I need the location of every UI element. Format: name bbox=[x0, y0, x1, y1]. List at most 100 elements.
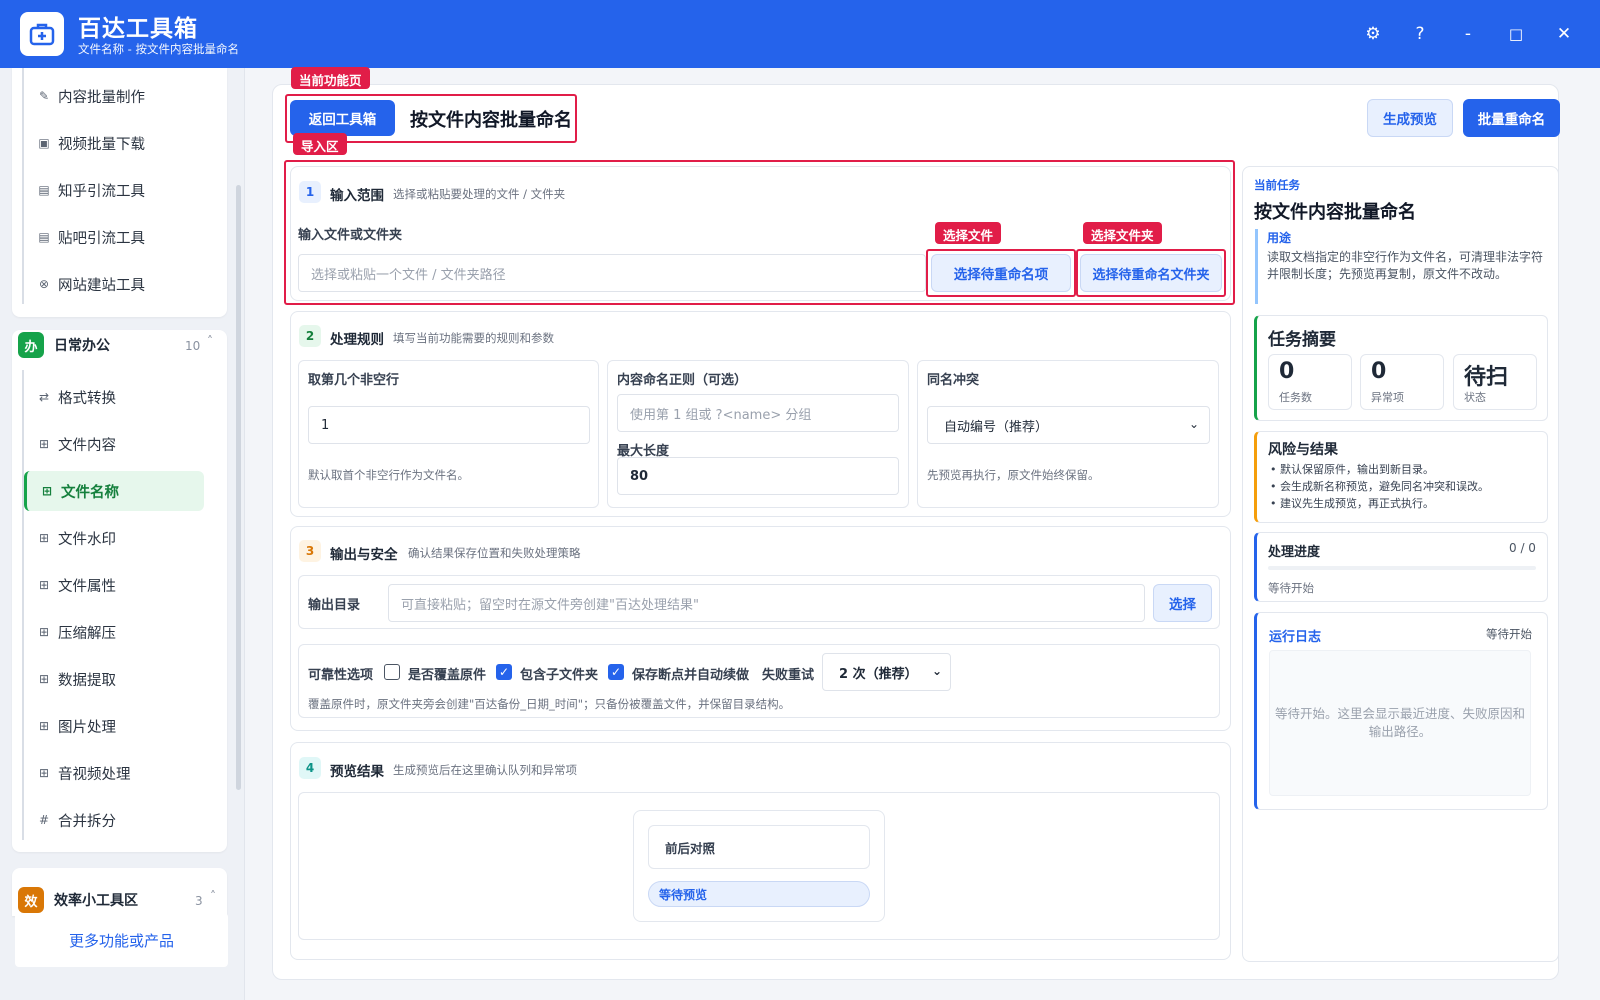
grid-icon: ⊞ bbox=[38, 766, 50, 780]
conflict-select[interactable]: 自动编号（推荐） ⌄ bbox=[927, 406, 1210, 444]
choose-output-button[interactable]: 选择 bbox=[1153, 584, 1212, 622]
annotation-current-page: 当前功能页 bbox=[291, 67, 370, 89]
resume-checkbox[interactable]: ✓ bbox=[608, 664, 624, 680]
sidebar-item-zhihu[interactable]: ▤ 知乎引流工具 bbox=[24, 170, 204, 210]
hash-icon: # bbox=[38, 813, 50, 827]
sidebar-item-image-process[interactable]: ⊞ 图片处理 bbox=[24, 706, 204, 746]
sidebar-item-content-batch[interactable]: ✎ 内容批量制作 bbox=[24, 76, 204, 116]
page-title: 按文件内容批量命名 bbox=[410, 110, 572, 131]
progress-title: 处理进度 bbox=[1268, 545, 1321, 560]
subfolder-checkbox[interactable]: ✓ bbox=[496, 664, 512, 680]
before-after-box: 前后对照 bbox=[648, 825, 870, 869]
tieba-icon: ▤ bbox=[38, 230, 50, 244]
annotation-select-folder: 选择文件夹 bbox=[1083, 222, 1162, 244]
output-dir-input[interactable]: 可直接粘贴；留空时在源文件旁创建"百达处理结果" bbox=[388, 584, 1145, 622]
section-description: 确认结果保存位置和失败处理策略 bbox=[408, 546, 581, 560]
risk-item: • 默认保留原件，输出到新目录。 bbox=[1270, 463, 1434, 476]
toolbox-logo-icon bbox=[20, 12, 64, 56]
task-title: 按文件内容批量命名 bbox=[1254, 202, 1416, 223]
risk-item: • 会生成新名称预览，避免同名冲突和误改。 bbox=[1270, 480, 1489, 493]
overwrite-label: 是否覆盖原件 bbox=[408, 668, 487, 683]
annotation-select-file: 选择文件 bbox=[935, 222, 1002, 244]
video-icon: ▣ bbox=[38, 136, 50, 150]
minimize-icon[interactable]: - bbox=[1454, 20, 1482, 48]
resume-label: 保存断点并自动续做 bbox=[632, 668, 750, 683]
sidebar-item-audio-video[interactable]: ⊞ 音视频处理 bbox=[24, 753, 204, 793]
swap-icon: ⇄ bbox=[38, 390, 50, 404]
path-input[interactable]: 选择或粘贴一个文件 / 文件夹路径 bbox=[298, 254, 926, 292]
sidebar-item-tieba[interactable]: ▤ 贴吧引流工具 bbox=[24, 217, 204, 257]
retry-label: 失败重试 bbox=[762, 668, 815, 683]
sidebar-item-file-content[interactable]: ⊞ 文件内容 bbox=[24, 424, 204, 464]
progress-bar-track bbox=[1268, 566, 1536, 570]
grid-icon: ⊞ bbox=[38, 672, 50, 686]
office-count: 10 bbox=[185, 339, 201, 353]
app-subtitle: 文件名称 - 按文件内容批量命名 bbox=[78, 42, 239, 56]
step-number: 2 bbox=[299, 325, 321, 347]
status-pill: 等待预览 bbox=[648, 881, 870, 907]
grid-icon: ⊞ bbox=[38, 625, 50, 639]
section-title: 处理规则 bbox=[330, 332, 384, 348]
back-to-toolbox-button[interactable]: 返回工具箱 bbox=[290, 100, 395, 136]
chevron-down-icon: ⌄ bbox=[931, 664, 942, 678]
help-icon[interactable]: ? bbox=[1406, 20, 1434, 48]
stat-anomaly-count: 0 异常项 bbox=[1360, 354, 1444, 410]
purpose-text: 读取文档指定的非空行作为文件名，可清理非法字符并限制长度；先预览再复制，原文件不… bbox=[1267, 250, 1544, 281]
sidebar-item-watermark[interactable]: ⊞ 文件水印 bbox=[24, 518, 204, 558]
more-features-link[interactable]: 更多功能或产品 bbox=[15, 913, 228, 967]
retry-select[interactable]: 2 次（推荐） ⌄ bbox=[822, 653, 951, 691]
section-title: 输出与安全 bbox=[330, 547, 398, 563]
subfolder-label: 包含子文件夹 bbox=[520, 668, 599, 683]
input-field-label: 输入文件或文件夹 bbox=[298, 228, 403, 243]
sidebar-item-data-extract[interactable]: ⊞ 数据提取 bbox=[24, 659, 204, 699]
section-description: 填写当前功能需要的规则和参数 bbox=[393, 331, 554, 345]
maximize-icon[interactable]: □ bbox=[1502, 20, 1530, 48]
section-description: 选择或粘贴要处理的文件 / 文件夹 bbox=[393, 187, 566, 201]
settings-gear-icon[interactable]: ⚙ bbox=[1359, 20, 1387, 48]
sidebar: ✎ 内容批量制作 ▣ 视频批量下载 ▤ 知乎引流工具 ▤ 贴吧引流工具 ⊗ 网站建站工具 … bbox=[0, 68, 245, 1000]
sidebar-item-file-name[interactable]: ⊞ 文件名称 bbox=[24, 471, 204, 511]
section-description: 生成预览后在这里确认队列和异常项 bbox=[393, 763, 577, 777]
conflict-label: 同名冲突 bbox=[927, 373, 980, 388]
grid-icon: ⊞ bbox=[38, 578, 50, 592]
sidebar-item-compress[interactable]: ⊞ 压缩解压 bbox=[24, 612, 204, 652]
office-badge: 办 bbox=[18, 332, 44, 358]
stat-task-count: 0 任务数 bbox=[1268, 354, 1352, 410]
purpose-accent-bar bbox=[1255, 229, 1258, 304]
collapse-caret-icon[interactable]: ˄ bbox=[207, 334, 213, 348]
step-number: 4 bbox=[299, 757, 321, 779]
risk-list: • 默认保留原件，输出到新目录。 • 会生成新名称预览，避免同名冲突和误改。 •… bbox=[1270, 461, 1489, 512]
chevron-down-icon: ⌄ bbox=[1188, 417, 1199, 431]
stat-status: 待扫 状态 bbox=[1453, 354, 1537, 410]
overwrite-checkbox[interactable] bbox=[384, 664, 400, 680]
close-icon[interactable]: ✕ bbox=[1550, 20, 1578, 48]
progress-status: 等待开始 bbox=[1268, 581, 1314, 595]
globe-icon: ⊗ bbox=[38, 277, 50, 291]
sidebar-item-format-convert[interactable]: ⇄ 格式转换 bbox=[24, 377, 204, 417]
sidebar-item-file-attributes[interactable]: ⊞ 文件属性 bbox=[24, 565, 204, 605]
grid-icon: ⊞ bbox=[38, 437, 50, 451]
current-task-label: 当前任务 bbox=[1254, 178, 1300, 192]
grid-icon: ⊞ bbox=[38, 531, 50, 545]
backup-hint: 覆盖原件时，原文件夹旁会创建"百达备份_日期_时间"；只备份被覆盖文件，并保留目… bbox=[308, 697, 791, 711]
regex-label: 内容命名正则（可选） bbox=[617, 373, 748, 388]
log-title: 运行日志 bbox=[1269, 630, 1322, 645]
select-folder-button[interactable]: 选择待重命名文件夹 bbox=[1080, 254, 1222, 292]
collapse-caret-icon[interactable]: ˄ bbox=[210, 889, 216, 903]
summary-title: 任务摘要 bbox=[1268, 330, 1336, 350]
batch-rename-button[interactable]: 批量重命名 bbox=[1463, 99, 1560, 137]
select-items-button[interactable]: 选择待重命名项 bbox=[931, 254, 1071, 292]
risk-item: • 建议先生成预览，再正式执行。 bbox=[1270, 497, 1434, 510]
generate-preview-button[interactable]: 生成预览 bbox=[1367, 99, 1453, 137]
maxlen-input[interactable]: 80 bbox=[617, 457, 899, 495]
category-efficiency-header[interactable]: 效 效率小工具区 bbox=[18, 885, 218, 915]
nonempty-line-input[interactable]: 1 bbox=[308, 406, 590, 444]
annotation-import-area: 导入区 bbox=[293, 133, 347, 155]
sidebar-scrollbar[interactable] bbox=[236, 185, 241, 790]
regex-input[interactable]: 使用第 1 组或 ?<name> 分组 bbox=[617, 394, 899, 432]
sidebar-item-merge-split[interactable]: # 合并拆分 bbox=[24, 800, 204, 840]
sidebar-item-website[interactable]: ⊗ 网站建站工具 bbox=[24, 264, 204, 304]
conflict-hint: 先预览再执行，原文件始终保留。 bbox=[927, 468, 1100, 482]
sidebar-item-video-download[interactable]: ▣ 视频批量下载 bbox=[24, 123, 204, 163]
step-number: 3 bbox=[299, 540, 321, 562]
